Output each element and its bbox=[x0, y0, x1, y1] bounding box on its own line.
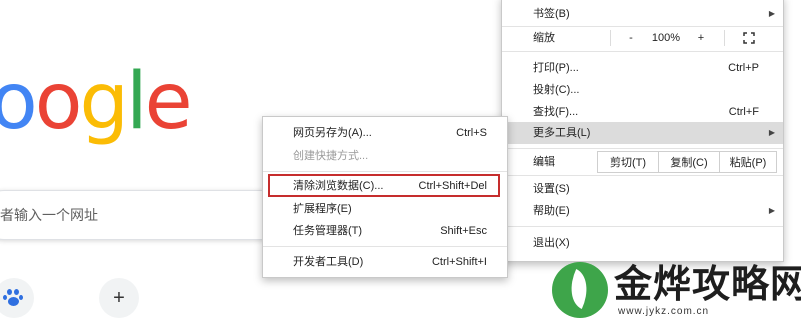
menu-item-settings[interactable]: 设置(S) bbox=[502, 178, 783, 200]
menu-item-shortcut: Ctrl+Shift+I bbox=[431, 256, 487, 268]
logo-letter: g bbox=[79, 57, 128, 147]
menu-edit-row: 编辑 剪切(T) 复制(C) 粘贴(P) bbox=[502, 151, 783, 173]
logo-letter: l bbox=[125, 57, 148, 147]
menu-item-label: 退出(X) bbox=[533, 237, 570, 249]
chevron-right-icon: ▶ bbox=[768, 128, 775, 137]
menu-item-more-tools[interactable]: 更多工具(L) ▶ bbox=[502, 122, 783, 144]
shortcut-tile-baidu[interactable] bbox=[0, 278, 34, 318]
menu-divider bbox=[502, 175, 783, 176]
google-logo: oogle bbox=[0, 62, 193, 142]
zoom-level: 100% bbox=[651, 32, 681, 44]
menu-item-shortcut: Ctrl+S bbox=[456, 127, 487, 139]
more-tools-submenu: 网页另存为(A)... Ctrl+S 创建快捷方式... 清除浏览数据(C)..… bbox=[262, 116, 508, 278]
logo-letter: o bbox=[34, 57, 83, 147]
logo-letter: o bbox=[0, 57, 38, 147]
menu-item-label: 创建快捷方式... bbox=[293, 150, 369, 162]
zoom-label: 缩放 bbox=[533, 32, 555, 44]
menu-item-shortcut: Shift+Esc bbox=[440, 225, 487, 237]
edit-label: 编辑 bbox=[533, 156, 555, 168]
chevron-right-icon: ▶ bbox=[768, 206, 775, 215]
menu-divider bbox=[263, 171, 507, 172]
watermark-url: www.jykz.com.cn bbox=[618, 306, 710, 317]
add-shortcut-button[interactable]: + bbox=[99, 278, 139, 318]
zoom-out-button[interactable]: - bbox=[620, 27, 642, 49]
paste-button[interactable]: 粘贴(P) bbox=[719, 151, 777, 173]
chrome-main-menu: 书签(B) ▶ 缩放 - 100% + 打印(P)... Ctrl+P 投射(C… bbox=[501, 0, 784, 262]
menu-item-bookmarks[interactable]: 书签(B) ▶ bbox=[502, 3, 783, 25]
menu-item-exit[interactable]: 退出(X) bbox=[502, 232, 783, 254]
menu-item-label: 投射(C)... bbox=[533, 84, 580, 96]
zoom-in-button[interactable]: + bbox=[690, 27, 712, 49]
copy-button[interactable]: 复制(C) bbox=[658, 151, 720, 173]
watermark-logo-icon bbox=[552, 262, 608, 318]
zoom-divider bbox=[610, 30, 611, 46]
logo-letter: e bbox=[144, 57, 193, 147]
menu-item-label: 书签(B) bbox=[533, 8, 570, 20]
menu-item-label: 设置(S) bbox=[533, 183, 570, 195]
menu-item-label: 打印(P)... bbox=[533, 62, 579, 74]
menu-divider bbox=[502, 148, 783, 149]
menu-item-label: 任务管理器(T) bbox=[293, 225, 363, 237]
menu-item-label: 网页另存为(A)... bbox=[293, 127, 372, 139]
menu-divider bbox=[263, 246, 507, 247]
search-placeholder: 者输入一个网址 bbox=[0, 207, 98, 223]
submenu-item-dev-tools[interactable]: 开发者工具(D) Ctrl+Shift+I bbox=[263, 251, 507, 273]
submenu-item-create-shortcut: 创建快捷方式... bbox=[263, 145, 507, 167]
fullscreen-icon[interactable] bbox=[738, 27, 760, 49]
menu-divider bbox=[502, 226, 783, 227]
menu-item-label: 扩展程序(E) bbox=[293, 203, 352, 215]
submenu-item-task-manager[interactable]: 任务管理器(T) Shift+Esc bbox=[263, 220, 507, 242]
plus-icon: + bbox=[113, 287, 125, 309]
menu-item-label: 查找(F)... bbox=[533, 106, 579, 118]
chevron-right-icon: ▶ bbox=[768, 9, 775, 18]
submenu-item-save-page[interactable]: 网页另存为(A)... Ctrl+S bbox=[263, 122, 507, 144]
watermark-text: 金烨攻略网 bbox=[614, 262, 801, 306]
submenu-item-extensions[interactable]: 扩展程序(E) bbox=[263, 198, 507, 220]
menu-divider bbox=[502, 51, 783, 52]
menu-item-label: 帮助(E) bbox=[533, 205, 570, 217]
menu-item-label: 更多工具(L) bbox=[533, 127, 591, 139]
menu-item-find[interactable]: 查找(F)... Ctrl+F bbox=[502, 101, 783, 123]
menu-item-shortcut: Ctrl+P bbox=[728, 62, 759, 74]
menu-item-help[interactable]: 帮助(E) ▶ bbox=[502, 200, 783, 222]
menu-item-label: 开发者工具(D) bbox=[293, 256, 364, 268]
menu-item-shortcut: Ctrl+F bbox=[728, 106, 759, 118]
menu-zoom-row: 缩放 - 100% + bbox=[502, 27, 783, 49]
zoom-divider bbox=[724, 30, 725, 46]
baidu-paw-icon bbox=[3, 289, 23, 307]
menu-item-cast[interactable]: 投射(C)... bbox=[502, 79, 783, 101]
menu-item-print[interactable]: 打印(P)... Ctrl+P bbox=[502, 57, 783, 79]
annotation-highlight-box bbox=[268, 174, 500, 197]
cut-button[interactable]: 剪切(T) bbox=[597, 151, 659, 173]
